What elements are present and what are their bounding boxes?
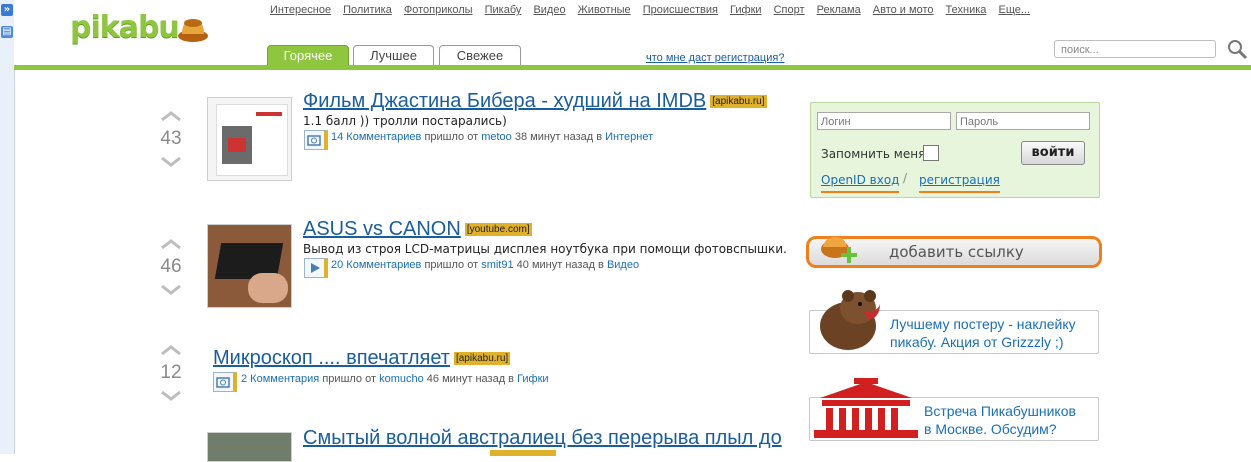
login-input[interactable]: Логин (817, 112, 951, 130)
nav-item[interactable]: Техника (946, 4, 987, 16)
post-meta: 14 Комментариев пришло от metoo 38 минут… (331, 131, 654, 143)
post-thumbnail[interactable] (207, 432, 292, 462)
post-thumbnail[interactable] (207, 97, 292, 181)
post-score: 46 (160, 256, 182, 277)
nav-item[interactable]: Интересное (270, 4, 331, 16)
category-link[interactable]: Видео (607, 259, 639, 271)
remember-me-label: Запомнить меня (821, 147, 926, 161)
expand-icon[interactable]: » (1, 4, 13, 16)
post-title-link[interactable]: Смытый волной австралиец без перерыва пл… (303, 427, 782, 449)
nav-item[interactable]: Политика (343, 4, 392, 16)
author-link[interactable]: komucho (379, 373, 424, 385)
nav-item[interactable]: Происшествия (643, 4, 718, 16)
openid-login-link[interactable]: OpenID вход (821, 173, 900, 193)
promo-text: Лучшему постеру - наклейку пикабу. Акция… (890, 316, 1076, 350)
post-title: Фильм Джастина Бибера - худший на IMDB [a… (303, 90, 767, 113)
post-meta: 20 Комментариев пришло от smit91 40 мину… (331, 259, 640, 271)
category-link[interactable]: Интернет (605, 131, 653, 143)
tab-new[interactable]: Свежее (439, 45, 521, 66)
nav-item[interactable]: Фотоприколы (404, 4, 473, 16)
add-link-label: добавить ссылку (889, 243, 1024, 261)
source-badge[interactable]: [apikabu.ru] (453, 352, 511, 366)
tab-hot[interactable]: Горячее (267, 45, 349, 66)
add-link-icon (821, 237, 857, 263)
photo-icon (213, 372, 237, 392)
post-title-link[interactable]: ASUS vs CANON (303, 218, 461, 240)
post-score: 12 (160, 362, 182, 383)
vote-down-icon[interactable] (160, 284, 182, 296)
nav-item[interactable]: Авто и мото (873, 4, 934, 16)
vote-up-icon[interactable] (160, 110, 182, 122)
source-badge[interactable]: [youtube.com] (464, 223, 532, 237)
header-divider (14, 65, 1251, 70)
post-description: Вывод из строя LCD-матрицы дисплея ноутб… (303, 242, 787, 256)
post-title: Смытый волной австралиец без перерыва пл… (303, 427, 782, 450)
comments-link[interactable]: 2 Комментария (241, 373, 319, 385)
category-link[interactable]: Гифки (517, 373, 549, 385)
nav-item[interactable]: Гифки (730, 4, 762, 16)
vote-down-icon[interactable] (160, 390, 182, 402)
photo-icon (304, 130, 328, 150)
source-badge[interactable]: [apikabu.ru] (710, 95, 767, 109)
post-title-link[interactable]: Фильм Джастина Бибера - худший на IMDB (303, 90, 706, 112)
author-link[interactable]: smit91 (481, 259, 513, 271)
comments-link[interactable]: 14 Комментариев (331, 131, 421, 143)
vote-up-icon[interactable] (160, 344, 182, 356)
bear-icon (820, 290, 880, 350)
search-input[interactable]: поиск... (1054, 40, 1216, 58)
promo-text: Встреча Пикабушников в Москве. Обсудим? (924, 403, 1076, 437)
nav-item[interactable]: Спорт (774, 4, 805, 16)
post-thumbnail[interactable] (207, 224, 292, 308)
nav-item[interactable]: Животные (578, 4, 631, 16)
source-badge (490, 450, 556, 456)
search-icon[interactable] (1226, 38, 1248, 60)
post-title: ASUS vs CANON [youtube.com] (303, 218, 532, 241)
nav-item[interactable]: Реклама (817, 4, 861, 16)
chat-icon[interactable]: ▤ (1, 26, 13, 38)
tab-best[interactable]: Лучшее (353, 45, 434, 66)
author-link[interactable]: metoo (481, 131, 512, 143)
post-title-link[interactable]: Микроскоп .... впечатляет (213, 347, 450, 369)
login-box: Логин Пароль Запомнить меня войти OpenID… (810, 102, 1100, 198)
site-logo[interactable]: pikabu (70, 10, 180, 45)
post-description: 1.1 балл )) тролли постарались) (303, 114, 507, 128)
vote-down-icon[interactable] (160, 156, 182, 168)
post-score: 43 (160, 128, 182, 149)
nav-item[interactable]: Еще... (998, 4, 1030, 16)
separator: / (903, 171, 908, 185)
register-link[interactable]: регистрация (919, 173, 1000, 193)
nav-item[interactable]: Пикабу (485, 4, 522, 16)
nav-item[interactable]: Видео (533, 4, 565, 16)
category-nav: Интересное Политика Фотоприколы Пикабу В… (270, 4, 1039, 16)
registration-benefits-link[interactable]: что мне даст регистрация? (646, 52, 784, 64)
password-input[interactable]: Пароль (956, 112, 1090, 130)
login-button[interactable]: войти (1021, 141, 1085, 165)
remember-me-checkbox[interactable] (923, 145, 939, 161)
pikabu-hat-icon (178, 19, 208, 42)
vote-up-icon[interactable] (160, 238, 182, 250)
theatre-icon (814, 378, 918, 438)
browser-side-strip: » ▤ (0, 0, 15, 454)
comments-link[interactable]: 20 Комментариев (331, 259, 421, 271)
add-link-button[interactable]: добавить ссылку (806, 236, 1102, 268)
post-title: Микроскоп .... впечатляет [apikabu.ru] (213, 347, 511, 370)
video-icon (304, 258, 328, 278)
post-meta: 2 Комментария пришло от komucho 46 минут… (241, 373, 549, 385)
